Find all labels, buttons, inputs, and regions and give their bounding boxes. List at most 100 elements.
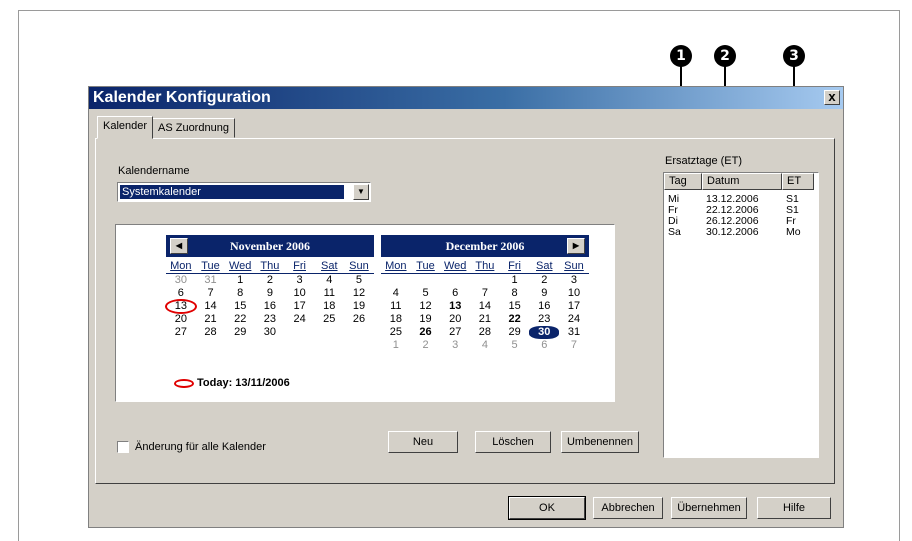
calendar-day[interactable]: 2 — [255, 274, 285, 287]
calendar-day[interactable]: 28 — [196, 326, 226, 339]
calendar-day[interactable]: 26 — [344, 313, 374, 326]
calendar-day[interactable]: 9 — [255, 287, 285, 300]
calendar-day[interactable]: 27 — [166, 326, 196, 339]
rename-button[interactable]: Umbenennen — [561, 431, 639, 453]
list-item[interactable]: Sa 30.12.2006 Mo — [664, 227, 818, 238]
calendar-day[interactable]: 1 — [500, 274, 530, 287]
calendar-day[interactable]: 11 — [381, 300, 411, 313]
calendar-day[interactable]: 17 — [285, 300, 315, 313]
calendar-day[interactable]: 19 — [411, 313, 441, 326]
calendar-day[interactable]: 3 — [559, 274, 589, 287]
calendar-day[interactable]: 6 — [529, 339, 559, 352]
calendar-day[interactable]: 31 — [559, 326, 589, 339]
column-header-datum[interactable]: Datum — [702, 173, 782, 190]
calendar-day[interactable]: 13 — [440, 300, 470, 313]
calendar-name-value: Systemkalender — [120, 185, 344, 199]
calendar-day[interactable]: 8 — [500, 287, 530, 300]
calendar-day[interactable]: 12 — [344, 287, 374, 300]
calendar-day[interactable]: 22 — [500, 313, 530, 326]
calendar-day[interactable]: 21 — [470, 313, 500, 326]
calendar-day[interactable]: 25 — [314, 313, 344, 326]
calendar-day[interactable]: 5 — [411, 287, 441, 300]
calendar-day[interactable]: 1 — [225, 274, 255, 287]
column-header-et[interactable]: ET — [782, 173, 814, 190]
calendar-day[interactable]: 30 — [529, 326, 560, 339]
calendar-name-select[interactable]: Systemkalender ▼ — [117, 182, 371, 202]
calendar-day[interactable]: 14 — [470, 300, 500, 313]
calendar-day[interactable]: 7 — [196, 287, 226, 300]
calendar-day[interactable]: 16 — [255, 300, 285, 313]
help-button[interactable]: Hilfe — [757, 497, 831, 519]
column-header-tag[interactable]: Tag — [664, 173, 702, 190]
calendar-day[interactable]: 15 — [225, 300, 255, 313]
calendar-day[interactable]: 7 — [559, 339, 589, 352]
today-link[interactable]: Today: 13/11/2006 — [174, 377, 290, 389]
calendar-day[interactable]: 7 — [470, 287, 500, 300]
cancel-button[interactable]: Abbrechen — [593, 497, 663, 519]
calendar-day[interactable]: 18 — [314, 300, 344, 313]
calendar-day[interactable]: 17 — [559, 300, 589, 313]
calendar-day[interactable]: 11 — [314, 287, 344, 300]
calendar-day[interactable]: 6 — [166, 287, 196, 300]
close-button[interactable]: x — [824, 90, 840, 105]
calendar-day[interactable]: 16 — [529, 300, 559, 313]
list-cell: 30.12.2006 — [706, 226, 759, 238]
calendar-day[interactable]: 1 — [381, 339, 411, 352]
calendar-day[interactable]: 19 — [344, 300, 374, 313]
weekday-label: Sun — [564, 260, 584, 272]
calendar-day[interactable]: 3 — [440, 339, 470, 352]
calendar-day[interactable]: 2 — [411, 339, 441, 352]
calendar-day[interactable]: 20 — [440, 313, 470, 326]
tab-as-zuordnung[interactable]: AS Zuordnung — [152, 118, 235, 138]
calendar-day[interactable]: 31 — [196, 274, 226, 287]
calendar-day[interactable]: 4 — [470, 339, 500, 352]
calendar-day[interactable]: 25 — [381, 326, 411, 339]
combo-dropdown-button[interactable]: ▼ — [353, 184, 369, 200]
calendar-day[interactable]: 29 — [225, 326, 255, 339]
all-calendars-label: Änderung für alle Kalender — [135, 441, 266, 453]
calendar-day[interactable]: 30 — [255, 326, 285, 339]
calendar-day[interactable]: 29 — [500, 326, 530, 339]
calendar-day[interactable]: 6 — [440, 287, 470, 300]
calendar-day[interactable]: 24 — [559, 313, 589, 326]
calendar-day[interactable]: 22 — [225, 313, 255, 326]
new-button[interactable]: Neu — [388, 431, 458, 453]
calendar-day[interactable]: 5 — [344, 274, 374, 287]
calendar-week: 20 21 22 23 24 25 26 — [166, 313, 374, 326]
title-bar[interactable]: Kalender Konfiguration x — [89, 87, 843, 109]
delete-button[interactable]: Löschen — [475, 431, 551, 453]
calendar-day[interactable]: 27 — [440, 326, 470, 339]
calendar-day[interactable]: 20 — [166, 313, 196, 326]
calendar-day[interactable]: 10 — [285, 287, 315, 300]
next-month-button[interactable]: ▶ — [567, 238, 585, 254]
calendar-day[interactable]: 9 — [529, 287, 559, 300]
weekday-label: Sat — [536, 260, 553, 272]
et-list[interactable]: Tag Datum ET Mi 13.12.2006 S1 Fr 22.12.2006 S… — [663, 172, 819, 458]
calendar-day[interactable]: 18 — [381, 313, 411, 326]
calendar-day[interactable]: 26 — [411, 326, 441, 339]
calendar-day[interactable]: 24 — [285, 313, 315, 326]
calendar-day[interactable]: 23 — [529, 313, 559, 326]
calendar-day[interactable]: 21 — [196, 313, 226, 326]
calendar-day[interactable]: 2 — [529, 274, 559, 287]
calendar-day[interactable]: 23 — [255, 313, 285, 326]
apply-button[interactable]: Übernehmen — [671, 497, 747, 519]
ok-button[interactable]: OK — [508, 496, 586, 520]
calendar-day[interactable]: 4 — [381, 287, 411, 300]
calendar-day[interactable]: 12 — [411, 300, 441, 313]
calendar-day[interactable]: 4 — [314, 274, 344, 287]
all-calendars-checkbox[interactable] — [117, 441, 129, 453]
calendar-day[interactable]: 30 — [166, 274, 196, 287]
callout-marker-3: 3 — [783, 45, 805, 67]
prev-month-button[interactable]: ◀ — [170, 238, 188, 254]
calendar-day[interactable]: 13 — [165, 299, 197, 314]
calendar-day[interactable]: 3 — [285, 274, 315, 287]
calendar-day[interactable]: 15 — [500, 300, 530, 313]
tab-kalender[interactable]: Kalender — [97, 116, 154, 139]
calendar-day[interactable]: 5 — [500, 339, 530, 352]
calendar-week: 30 31 1 2 3 4 5 — [166, 274, 374, 287]
calendar-day[interactable]: 8 — [225, 287, 255, 300]
calendar-day[interactable]: 28 — [470, 326, 500, 339]
calendar-day[interactable]: 10 — [559, 287, 589, 300]
calendar-day[interactable]: 14 — [196, 300, 226, 313]
